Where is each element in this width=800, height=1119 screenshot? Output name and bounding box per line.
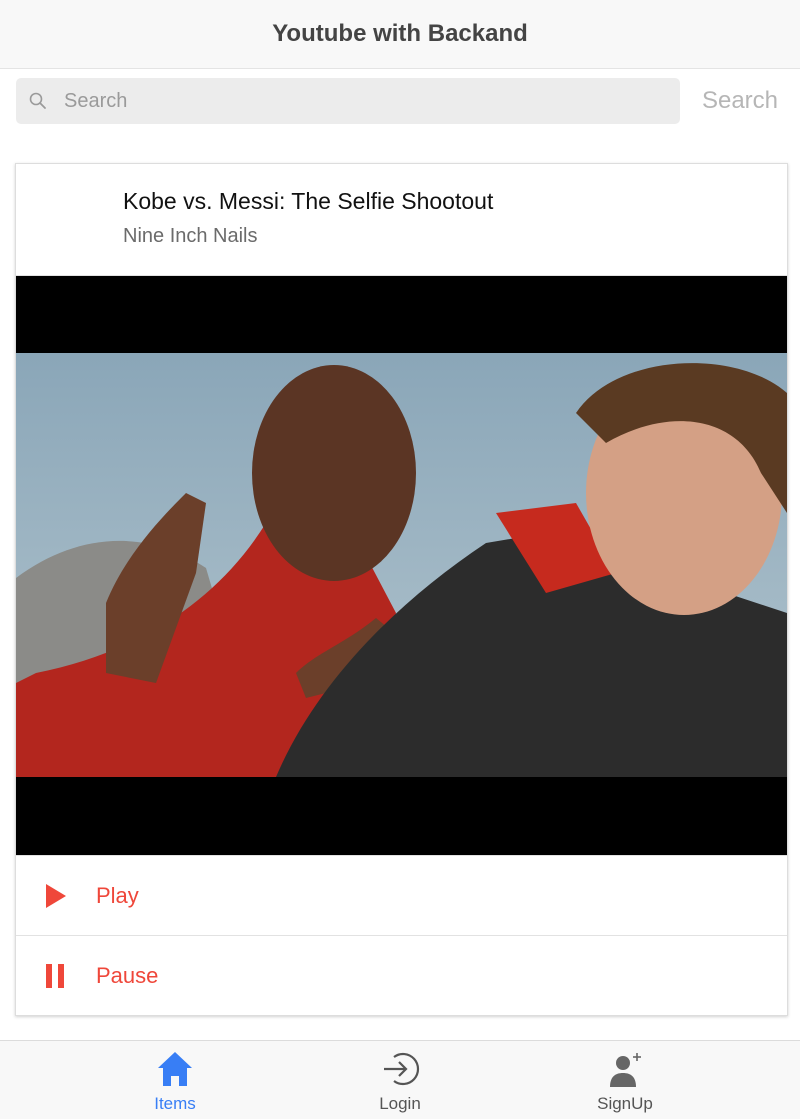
video-title: Kobe vs. Messi: The Selfie Shootout [123,188,494,214]
home-icon [158,1052,192,1086]
search-input[interactable] [64,78,664,124]
play-row[interactable]: Play [16,855,787,935]
search-bar: Search [0,69,800,135]
tab-login[interactable]: Login [335,1041,465,1119]
search-icon [29,92,46,109]
tab-signup-label: SignUp [597,1094,653,1113]
tab-login-label: Login [379,1094,421,1113]
pause-row[interactable]: Pause [16,935,787,1015]
pause-icon [46,963,64,988]
app-header: Youtube with Backand [0,0,800,69]
login-icon [384,1052,420,1086]
thumbnail-photo [16,353,787,777]
search-button[interactable]: Search [690,78,790,124]
add-user-icon [610,1053,641,1087]
video-thumbnail[interactable] [16,276,787,855]
play-icon [46,883,66,908]
tab-items-label: Items [154,1094,196,1113]
search-box[interactable] [16,78,680,124]
video-artist: Nine Inch Nails [123,225,258,247]
video-info: Kobe vs. Messi: The Selfie Shootout Nine… [16,164,787,276]
play-label: Play [96,882,139,908]
pause-label: Pause [96,962,159,988]
tab-signup[interactable]: SignUp [560,1041,690,1119]
page-title: Youtube with Backand [272,20,528,47]
tab-bar: Items Login SignUp [0,1040,800,1119]
video-card: Kobe vs. Messi: The Selfie Shootout Nine… [15,163,788,1016]
tab-items[interactable]: Items [110,1041,240,1119]
